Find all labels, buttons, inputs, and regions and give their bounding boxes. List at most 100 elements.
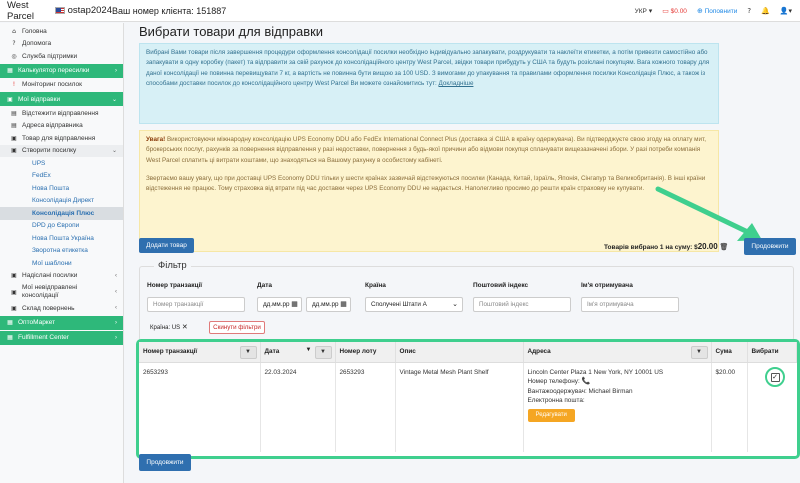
details-link[interactable]: Докладніше xyxy=(439,80,474,87)
sidebar-item-calculator[interactable]: ▦ Калькулятор пересилки › xyxy=(0,63,123,78)
caret-down-icon: ▾ xyxy=(648,7,653,15)
help-icon[interactable]: ? xyxy=(747,7,751,15)
sidebar-item-unsent-consolidations[interactable]: ▣ Мої невідправлені консолідації ‹ xyxy=(0,282,123,302)
filter-title: Фільтр xyxy=(154,260,191,271)
sidebar-item-templates[interactable]: Мої шаблони xyxy=(0,257,123,270)
sidebar-item-my-shipments[interactable]: ▣ Мої відправки ⌄ xyxy=(0,92,123,106)
continue-button-top[interactable]: Продовжити xyxy=(744,238,796,255)
goods-icon: ▣ xyxy=(11,134,17,142)
sidebar-item-nova-poshta[interactable]: Нова Пошта xyxy=(0,182,123,195)
sidebar-item-home[interactable]: ⌂ Головна xyxy=(0,25,123,38)
language-selector[interactable]: УКР ▾ xyxy=(635,7,653,15)
sidebar-item-support[interactable]: ◎ Служба підтримки xyxy=(0,50,123,63)
col-header-amount: Сума xyxy=(711,342,748,363)
col-header-label: Номер транзакції xyxy=(143,348,198,356)
calendar-icon: ▦ xyxy=(340,300,347,308)
balance[interactable]: ▭ $0.00 xyxy=(662,7,687,15)
filter-label-date: Дата xyxy=(257,282,273,289)
filter-label-recipient: Ім'я отримувача xyxy=(581,282,633,289)
main-content: Вибрати товари для відправки Вибрані Вам… xyxy=(132,23,800,483)
market-icon: ▦ xyxy=(7,319,13,326)
sidebar-item-monitoring[interactable]: ! Моніторинг посилок xyxy=(0,79,123,92)
country-select[interactable]: Сполучені Штати А ⌄ xyxy=(365,297,463,312)
edit-button[interactable]: Редагувати xyxy=(527,408,575,422)
sidebar-item-sent-parcels[interactable]: ▣ Надіслані посилки ‹ xyxy=(0,270,123,283)
sidebar-item-label: DPD до Європи xyxy=(32,222,80,230)
sidebar-item-return-label[interactable]: Зворотна етикетка xyxy=(0,245,123,258)
add-item-button[interactable]: Додати товар xyxy=(139,238,194,253)
sidebar-item-label: Зворотна етикетка xyxy=(32,247,88,255)
postcode-input[interactable]: Поштовий індекс xyxy=(473,297,571,312)
sidebar-item-consolidation-direct[interactable]: Консолідація Директ xyxy=(0,195,123,208)
sidebar-item-label: Консолідація Плюс xyxy=(32,209,95,217)
topup-label: Поповнити xyxy=(704,8,738,15)
brand[interactable]: West Parcel ostap2024 xyxy=(0,0,112,22)
phone-icon: 📞 xyxy=(581,377,591,385)
sidebar-item-fedex[interactable]: FedEx xyxy=(0,170,123,183)
sidebar-item-label: ОптоМаркет xyxy=(18,319,56,326)
selected-amount: 20.00 xyxy=(697,242,718,251)
sidebar-item-label: Допомога xyxy=(22,40,52,48)
date-from-input[interactable]: дд.мм.рр ▦ xyxy=(257,297,302,312)
filter-icon[interactable]: ▼ xyxy=(239,346,257,359)
sidebar-item-consolidation-plus[interactable]: Консолідація Плюс xyxy=(0,207,123,220)
sidebar-item-sender-address[interactable]: ▤ Адреса відправника xyxy=(0,120,123,133)
col-header-address: Адреса ▼ xyxy=(523,342,712,363)
info-text: Вибрані Вами товари після завершення про… xyxy=(146,49,710,87)
warning-title: Увага! xyxy=(146,136,166,143)
sidebar-item-label: Адреса відправника xyxy=(22,122,83,130)
sort-down-icon[interactable]: ▼ xyxy=(306,347,312,353)
support-icon: ◎ xyxy=(11,52,17,60)
continue-button-bottom[interactable]: Продовжити xyxy=(139,454,191,471)
col-header-date: Дата ▼ ▼ xyxy=(260,342,336,363)
sidebar-item-nova-poshta-ukraine[interactable]: Нова Пошта Україна xyxy=(0,232,123,245)
trash-icon[interactable]: 🗑 xyxy=(720,243,729,251)
sidebar-item-create-parcel[interactable]: ▣ Створити посилку ⌄ xyxy=(0,144,123,157)
sidebar-item-help[interactable]: ? Допомога xyxy=(0,38,123,51)
brand-name: West Parcel xyxy=(7,0,34,22)
chevron-right-icon: ‹ xyxy=(115,289,117,295)
box-icon: ▣ xyxy=(7,95,13,103)
sidebar-item-label: Головна xyxy=(22,27,47,35)
user-icon[interactable]: 👤▾ xyxy=(780,7,792,15)
col-header-description: Опис xyxy=(395,342,524,363)
date-to-input[interactable]: дд.мм.рр ▦ xyxy=(306,297,351,312)
close-icon[interactable]: ✕ xyxy=(182,323,188,331)
filter-icon[interactable]: ▼ xyxy=(314,346,332,359)
calculator-icon: ▦ xyxy=(7,67,13,74)
warning-text-2: Звертаємо вашу увагу, що при доставці UP… xyxy=(146,174,706,193)
sidebar-item-label: FedEx xyxy=(32,172,51,180)
filter-icon[interactable]: ▼ xyxy=(690,346,708,359)
arrow-annotation xyxy=(655,186,762,241)
filter-panel: Фільтр Номер транзакції Дата Країна Пошт… xyxy=(139,260,794,341)
col-header-label: Дата xyxy=(264,348,280,356)
transaction-input[interactable]: Номер транзакції xyxy=(147,297,245,312)
sidebar-item-goods[interactable]: ▣ Товар для відправлення xyxy=(0,132,123,145)
sidebar-item-label: Створити посилку xyxy=(22,147,77,155)
topup-button[interactable]: ⊕ Поповнити xyxy=(697,7,737,15)
table-row: 2653293 22.03.2024 2653293 Vintage Metal… xyxy=(139,362,797,452)
country-chip: Країна: US ✕ xyxy=(150,323,188,331)
info-alert: Вибрані Вами товари після завершення про… xyxy=(139,43,719,124)
cell-lot: 2653293 xyxy=(335,362,396,452)
sidebar-item-track[interactable]: ▤ Відстежити відправлення xyxy=(0,107,123,120)
col-header-label: Адреса xyxy=(527,348,551,356)
consolidation-icon: ▣ xyxy=(11,288,17,296)
sidebar-item-optomarket[interactable]: ▦ ОптоМаркет › xyxy=(0,315,123,330)
cell-date: 22.03.2024 xyxy=(260,362,336,452)
sidebar-item-fulfillment[interactable]: ▦ Fulfillment Center › xyxy=(0,330,123,345)
recipient-input[interactable]: Ім'я отримувача xyxy=(581,297,679,312)
sidebar-item-returns-warehouse[interactable]: ▣ Склад повернень ‹ xyxy=(0,302,123,315)
select-checkbox[interactable]: ✓ xyxy=(770,372,780,382)
reset-filters-button[interactable]: Скинути фільтри xyxy=(209,321,265,334)
sidebar-item-label: Склад повернень xyxy=(22,304,75,312)
chevron-right-icon: › xyxy=(115,334,117,341)
chevron-right-icon: ‹ xyxy=(115,272,117,279)
sidebar-item-ups[interactable]: UPS xyxy=(0,157,123,170)
bell-icon[interactable]: 🔔 xyxy=(761,7,770,15)
sidebar-item-label: Товар для відправлення xyxy=(22,134,96,142)
chevron-down-icon: ⌄ xyxy=(111,148,117,155)
phone-label: Номер телефону: xyxy=(527,378,580,385)
sidebar-item-label: Мої шаблони xyxy=(32,259,72,267)
sidebar-item-dpd[interactable]: DPD до Європи xyxy=(0,220,123,233)
